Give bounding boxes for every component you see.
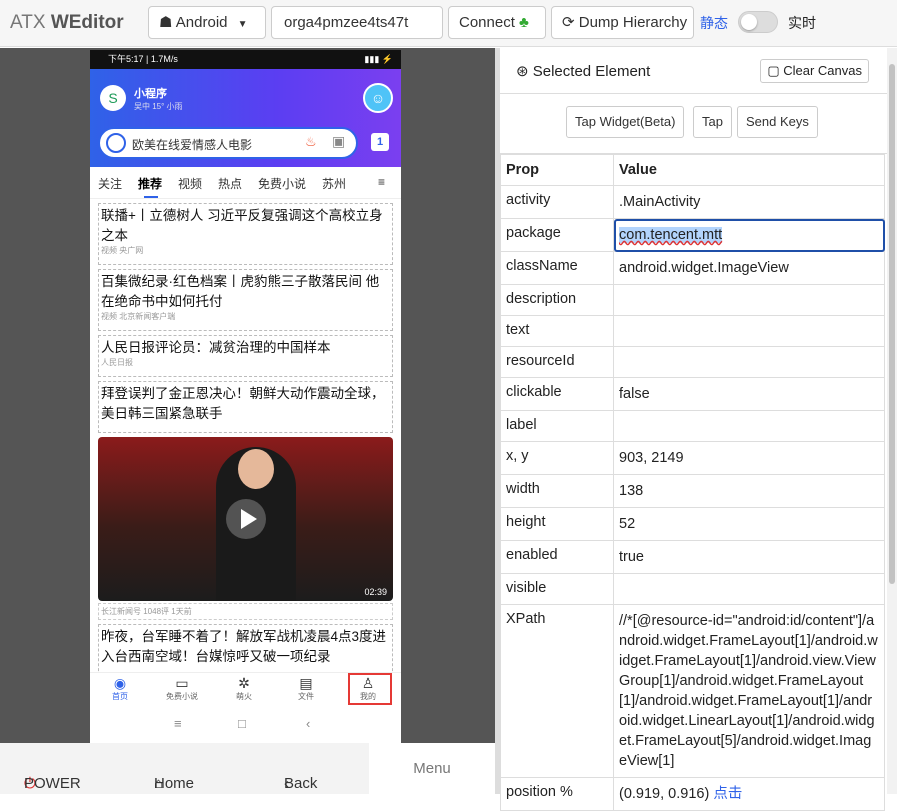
tab-suzhou[interactable]: 苏州 xyxy=(322,175,346,192)
menu-button[interactable]: Menu xyxy=(369,743,495,794)
video-thumbnail[interactable]: 02:39 xyxy=(98,437,393,601)
connect-button[interactable]: Connect ♣ xyxy=(448,6,546,39)
eye-icon: ◉ xyxy=(113,675,127,691)
table-row: width 138 xyxy=(500,474,885,508)
inspector-pane: ⊛ Selected Element ▢ Clear Canvas Tap Wi… xyxy=(500,48,897,811)
tab-video[interactable]: 视频 xyxy=(178,175,202,192)
table-row: enabled true xyxy=(500,540,885,574)
panel-title: ⊛ Selected Element xyxy=(516,63,651,80)
checkbox-icon: ▢ xyxy=(767,63,780,78)
properties-table: Prop Value activity .MainActivity package c… xyxy=(500,154,885,811)
mode-static-label: 静态 xyxy=(700,15,728,31)
miniprogram-title: 小程序 xyxy=(134,88,167,100)
book-icon: ▭ xyxy=(175,675,189,691)
chevron-down-icon: ▼ xyxy=(237,19,248,30)
table-row: package com.tencent.mtt xyxy=(500,218,885,252)
recents-icon[interactable]: ≡ xyxy=(174,716,182,731)
nav-home[interactable]: ◉ 首页 xyxy=(90,675,150,702)
device-serial-input[interactable]: orga4pmzee4ts47t xyxy=(271,6,443,39)
android-icon: ☗ xyxy=(159,14,173,31)
tap-button[interactable]: Tap xyxy=(693,106,732,138)
fire-icon[interactable]: ♨ xyxy=(305,134,317,150)
toggle-knob xyxy=(741,14,757,30)
nav-files[interactable]: ▤ 文件 xyxy=(276,675,336,702)
home-square-icon[interactable]: □ xyxy=(238,716,246,731)
list-item[interactable]: 人民日报评论员：减贫治理的中国样本 人民日报 xyxy=(98,335,393,377)
nav-fire[interactable]: ✲ 萌火 xyxy=(214,675,274,702)
menu-icon[interactable]: ≡ xyxy=(378,175,385,189)
send-keys-button[interactable]: Send Keys xyxy=(737,106,818,138)
play-icon[interactable] xyxy=(226,499,266,539)
clear-canvas-button[interactable]: ▢ Clear Canvas xyxy=(760,59,869,83)
prop-header: Prop xyxy=(500,154,614,186)
app-title: ATX WEditor xyxy=(10,12,124,33)
scrollbar-thumb[interactable] xyxy=(889,64,895,584)
crosshair-icon: ⊛ xyxy=(516,63,529,80)
refresh-icon: ⟳ xyxy=(562,14,575,31)
table-row: height 52 xyxy=(500,507,885,541)
xpath-value: //*[@resource-id="android:id/content"]/a… xyxy=(613,604,885,778)
tab-novel[interactable]: 免费小说 xyxy=(258,175,306,192)
table-row: activity .MainActivity xyxy=(500,185,885,219)
list-item[interactable]: 百集微纪录·红色档案丨虎豹熊三子散落民间 他在绝命书中如何托付 视频 北京新闻客户… xyxy=(98,269,393,331)
android-icon: ♣ xyxy=(519,14,529,31)
live-mode-toggle[interactable] xyxy=(738,11,778,33)
battery-icon: ▮▮▮ ⚡ xyxy=(364,54,393,64)
bottom-nav: ◉ 首页 ▭ 免费小说 ✲ 萌火 ▤ 文件 ♙ 我的 xyxy=(90,672,401,706)
device-controls: ⏻ POWER ⌂ Home ‹ Back Menu xyxy=(0,743,495,794)
value-header: Value xyxy=(613,154,885,186)
camera-icon[interactable]: ▣ xyxy=(332,133,345,150)
search-text: 欧美在线爱情感人电影 xyxy=(132,138,253,152)
weather-text: 吴中 15° 小雨 xyxy=(134,102,183,111)
mode-live-label: 实时 xyxy=(788,15,816,31)
flower-icon: ✲ xyxy=(238,675,250,691)
list-item[interactable]: 昨夜，台军睡不着了！解放军战机凌晨4点3度进入台西南空域！台媒惊呼又破一项纪录 xyxy=(98,624,393,676)
platform-dropdown[interactable]: ☗ Android ▼ xyxy=(148,6,266,39)
table-row: x, y 903, 2149 xyxy=(500,441,885,475)
click-position-link[interactable]: 点击 xyxy=(713,786,742,802)
package-value[interactable]: com.tencent.mtt xyxy=(613,218,885,252)
table-row: description xyxy=(500,284,885,316)
folder-icon: ▤ xyxy=(299,675,313,691)
table-row: position % (0.919, 0.916) 点击 xyxy=(500,777,885,811)
table-row: resourceId xyxy=(500,346,885,378)
news-tabs: 关注 推荐 视频 热点 免费小说 苏州 ≡ xyxy=(90,167,401,199)
phone-screen[interactable]: 下午5:17 | 1.7M/s ▮▮▮ ⚡ S 小程序 吴中 15° 小雨 ☺ 欧… xyxy=(90,50,401,743)
avatar[interactable]: ☺ xyxy=(363,83,393,113)
table-row: clickable false xyxy=(500,377,885,411)
tab-follow[interactable]: 关注 xyxy=(98,175,122,192)
video-meta: 长江新闻号 1048评 1天前 xyxy=(98,603,393,620)
status-bar: 下午5:17 | 1.7M/s ▮▮▮ ⚡ xyxy=(90,50,401,69)
app-header: S 小程序 吴中 15° 小雨 ☺ 欧美在线爱情感人电影 ♨ ▣ 1 xyxy=(90,69,401,167)
inspector-header: ⊛ Selected Element ▢ Clear Canvas xyxy=(500,48,897,94)
search-input[interactable]: 欧美在线爱情感人电影 ♨ ▣ xyxy=(98,127,358,159)
device-screen-pane: 下午5:17 | 1.7M/s ▮▮▮ ⚡ S 小程序 吴中 15° 小雨 ☺ 欧… xyxy=(0,48,495,794)
toolbar: ATX WEditor ☗ Android ▼ orga4pmzee4ts47t… xyxy=(0,0,897,47)
system-nav: ≡ □ ‹ xyxy=(90,706,401,743)
scrollbar[interactable] xyxy=(887,48,897,794)
dump-hierarchy-button[interactable]: ⟳ Dump Hierarchy xyxy=(551,6,694,39)
selection-highlight xyxy=(348,673,392,705)
list-item[interactable]: 联播+丨立德树人 习近平反复强调这个高校立身之本 视频 央广网 xyxy=(98,203,393,265)
search-icon xyxy=(106,133,126,153)
tab-recommend[interactable]: 推荐 xyxy=(138,175,162,198)
table-row: label xyxy=(500,410,885,442)
tap-widget-button[interactable]: Tap Widget(Beta) xyxy=(566,106,685,138)
miniprogram-icon[interactable]: S xyxy=(100,85,126,111)
list-item[interactable]: 拜登误判了金正恩决心！朝鲜大动作震动全球，美日韩三国紧急联手 xyxy=(98,381,393,433)
tab-count-badge[interactable]: 1 xyxy=(371,133,389,151)
table-row: text xyxy=(500,315,885,347)
tab-hot[interactable]: 热点 xyxy=(218,175,242,192)
nav-novel[interactable]: ▭ 免费小说 xyxy=(152,675,212,702)
news-list: 联播+丨立德树人 习近平反复强调这个高校立身之本 视频 央广网 百集微纪录·红色档… xyxy=(90,203,401,433)
table-row: XPath//*[@resource-id="android:id/conten… xyxy=(500,604,885,778)
video-duration: 02:39 xyxy=(364,587,387,597)
back-chevron-icon[interactable]: ‹ xyxy=(306,716,310,731)
action-buttons: Tap Widget(Beta) Tap Send Keys xyxy=(500,94,897,154)
table-row: visible xyxy=(500,573,885,605)
table-row: className android.widget.ImageView xyxy=(500,251,885,285)
video-face xyxy=(238,449,274,489)
